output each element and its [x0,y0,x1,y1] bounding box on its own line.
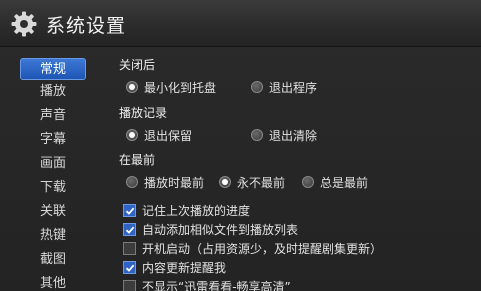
sidebar-item-general[interactable]: 常规 [20,58,86,80]
checkbox-checked-icon [123,203,136,217]
sidebar-item-other[interactable]: 其他 [20,273,86,291]
radio-keep-on-exit[interactable]: 退出保留 [126,127,192,143]
checkbox-label: 不显示“迅雷看看-畅享高清” [142,279,291,291]
radio-label: 最小化到托盘 [144,80,217,95]
settings-window: 系统设置 常规 播放 声音 字幕 画面 下载 关联 热键 截图 其他 关闭后 最… [0,0,481,291]
checkbox-label: 记住上次播放的进度 [142,203,251,218]
title-bar: 系统设置 [0,0,481,47]
checkbox-label: 内容更新提醒我 [142,260,227,275]
close-section-title: 关闭后 [119,58,156,72]
radio-always-ontop[interactable]: 总是最前 [302,174,368,190]
checkbox-unchecked-icon [123,241,136,255]
checkbox-hide-slogan[interactable]: 不显示“迅雷看看-畅享高清” [123,278,291,291]
radio-label: 总是最前 [320,175,369,190]
sidebar-item-association[interactable]: 关联 [20,201,86,223]
history-section-title: 播放记录 [119,106,168,120]
checkbox-unchecked-icon [123,279,136,291]
window-title: 系统设置 [46,15,127,37]
checkbox-label: 开机启动（占用资源少，及时提醒剧集更新） [142,241,383,256]
radio-minimize-to-tray[interactable]: 最小化到托盘 [126,79,216,95]
sidebar-item-picture[interactable]: 画面 [20,153,86,175]
checkbox-label: 自动添加相似文件到播放列表 [142,222,299,237]
checkbox-remember-progress[interactable]: 记住上次播放的进度 [123,202,250,218]
checkbox-launch-at-startup[interactable]: 开机启动（占用资源少，及时提醒剧集更新） [123,240,382,256]
radio-indicator [126,176,138,188]
ontop-section-title: 在最前 [119,153,156,167]
settings-sidebar: 常规 播放 声音 字幕 画面 下载 关联 热键 截图 其他 [14,52,92,291]
radio-selected-indicator [219,176,231,188]
radio-indicator [251,81,263,93]
radio-clear-on-exit[interactable]: 退出清除 [251,127,317,143]
radio-ontop-while-playing[interactable]: 播放时最前 [126,174,204,190]
radio-selected-indicator [126,81,138,93]
sidebar-item-playback[interactable]: 播放 [20,81,86,103]
radio-label: 退出程序 [269,80,318,95]
sidebar-item-download[interactable]: 下载 [20,177,86,199]
radio-never-ontop[interactable]: 永不最前 [219,174,285,190]
gear-icon [10,10,38,38]
radio-label: 播放时最前 [144,175,205,190]
radio-indicator [251,129,263,141]
radio-label: 永不最前 [237,175,286,190]
radio-label: 退出保留 [144,128,193,143]
radio-exit-program[interactable]: 退出程序 [251,79,317,95]
radio-indicator [302,176,314,188]
checkbox-auto-add-similar[interactable]: 自动添加相似文件到播放列表 [123,221,298,237]
radio-selected-indicator [126,129,138,141]
sidebar-item-sound[interactable]: 声音 [20,105,86,127]
checkbox-checked-icon [123,222,136,236]
sidebar-item-screenshot[interactable]: 截图 [20,249,86,271]
sidebar-item-subtitles[interactable]: 字幕 [20,129,86,151]
radio-label: 退出清除 [269,128,318,143]
sidebar-item-hotkeys[interactable]: 热键 [20,225,86,247]
checkbox-checked-icon [123,260,136,274]
checkbox-update-reminder[interactable]: 内容更新提醒我 [123,259,226,275]
